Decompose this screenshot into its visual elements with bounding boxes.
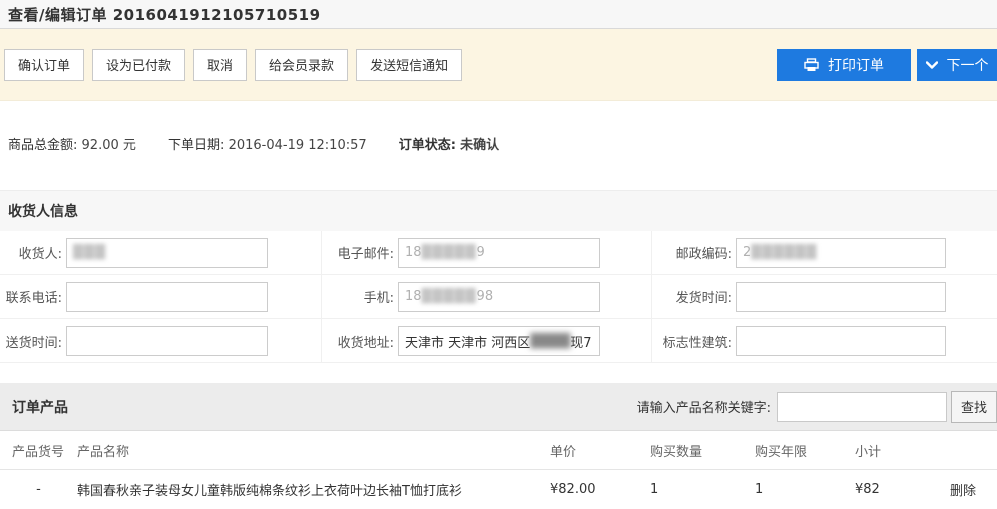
order-summary: 商品总金额: 92.00 元 下单日期: 2016-04-19 12:10:57… bbox=[0, 101, 997, 190]
page-title: 查看/编辑订单 2016041912105710519 bbox=[8, 4, 321, 25]
email-input[interactable]: 18█████9 bbox=[398, 238, 600, 268]
landmark-label: 标志性建筑: bbox=[652, 332, 732, 351]
address-suffix: 现7 bbox=[570, 332, 591, 351]
order-date: 下单日期: 2016-04-19 12:10:57 bbox=[168, 138, 367, 153]
cell-product-name: 韩国春秋亲子装母女儿童韩版纯棉条纹衫上衣荷叶边长袖T恤打底衫 bbox=[77, 480, 550, 499]
consignee-field: 收货人: ███ bbox=[0, 231, 322, 274]
recipient-section-title: 收货人信息 bbox=[8, 201, 78, 221]
cell-sku: - bbox=[0, 482, 77, 497]
total-amount-value: 92.00 元 bbox=[82, 138, 136, 153]
toolbar-right: 打印订单 下一个 bbox=[777, 49, 997, 81]
ship-time-label: 发货时间: bbox=[652, 287, 732, 306]
address-field: 收货地址: 天津市 天津市 河西区████现7 bbox=[322, 319, 652, 363]
chevron-down-icon bbox=[926, 61, 938, 69]
phone-label: 联系电话: bbox=[0, 287, 62, 306]
address-visible-value: 天津市 天津市 河西区 bbox=[405, 332, 530, 351]
cell-years: 1 bbox=[755, 482, 855, 497]
toolbar: 确认订单 设为已付款 取消 给会员录款 发送短信通知 打印订单 下一个 bbox=[0, 29, 997, 101]
mobile-input[interactable]: 18█████98 bbox=[398, 282, 600, 312]
address-label: 收货地址: bbox=[322, 332, 394, 351]
product-search-group: 请输入产品名称关键字: 查找 bbox=[637, 391, 997, 423]
delivery-time-field: 送货时间: bbox=[0, 319, 322, 363]
header-price: 单价 bbox=[550, 441, 650, 460]
address-input[interactable]: 天津市 天津市 河西区████现7 bbox=[398, 326, 600, 356]
mobile-suffix: 98 bbox=[477, 289, 494, 304]
delivery-time-input[interactable] bbox=[66, 326, 268, 356]
product-table-header: 产品货号 产品名称 单价 购买数量 购买年限 小计 bbox=[0, 431, 997, 470]
products-section-header: 订单产品 请输入产品名称关键字: 查找 bbox=[0, 383, 997, 431]
order-date-label: 下单日期: bbox=[168, 138, 224, 153]
cell-qty: 1 bbox=[650, 482, 755, 497]
form-row-1: 收货人: ███ 电子邮件: 18█████9 邮政编码: 2██████ bbox=[0, 231, 997, 275]
email-masked-value: █████ bbox=[422, 245, 477, 260]
delete-link[interactable]: 删除 bbox=[950, 484, 976, 499]
mobile-masked-value: █████ bbox=[422, 289, 477, 304]
form-row-2: 联系电话: 手机: 18█████98 发货时间: bbox=[0, 275, 997, 319]
header-years: 购买年限 bbox=[755, 441, 855, 460]
address-masked-value: ████ bbox=[530, 334, 570, 349]
cell-price: ¥82.00 bbox=[550, 482, 650, 497]
cancel-button[interactable]: 取消 bbox=[193, 49, 247, 81]
product-search-label: 请输入产品名称关键字: bbox=[637, 397, 771, 416]
confirm-order-button[interactable]: 确认订单 bbox=[4, 49, 84, 81]
email-prefix: 18 bbox=[405, 245, 422, 260]
consignee-label: 收货人: bbox=[0, 243, 62, 262]
phone-input[interactable] bbox=[66, 282, 268, 312]
section-gap bbox=[0, 363, 997, 383]
email-suffix: 9 bbox=[477, 245, 485, 260]
send-sms-button[interactable]: 发送短信通知 bbox=[356, 49, 462, 81]
record-member-payment-button[interactable]: 给会员录款 bbox=[255, 49, 348, 81]
header-subtotal: 小计 bbox=[855, 441, 950, 460]
cell-subtotal: ¥82 bbox=[855, 482, 950, 497]
zipcode-input[interactable]: 2██████ bbox=[736, 238, 946, 268]
zipcode-label: 邮政编码: bbox=[652, 243, 732, 262]
ship-time-input[interactable] bbox=[736, 282, 946, 312]
phone-field: 联系电话: bbox=[0, 275, 322, 318]
mobile-prefix: 18 bbox=[405, 289, 422, 304]
header-qty: 购买数量 bbox=[650, 441, 755, 460]
order-status-label: 订单状态: bbox=[399, 138, 456, 153]
landmark-field: 标志性建筑: bbox=[652, 319, 997, 363]
print-order-button[interactable]: 打印订单 bbox=[777, 49, 911, 81]
consignee-masked-value: ███ bbox=[73, 245, 106, 260]
mobile-label: 手机: bbox=[322, 287, 394, 306]
products-section-title: 订单产品 bbox=[12, 397, 68, 417]
order-status-value: 未确认 bbox=[460, 138, 499, 153]
email-label: 电子邮件: bbox=[322, 243, 394, 262]
recipient-section-header: 收货人信息 bbox=[0, 190, 997, 231]
search-button[interactable]: 查找 bbox=[951, 391, 997, 423]
mobile-field: 手机: 18█████98 bbox=[322, 275, 652, 318]
total-amount-label: 商品总金额: bbox=[8, 138, 77, 153]
landmark-input[interactable] bbox=[736, 326, 946, 356]
table-row: - 韩国春秋亲子装母女儿童韩版纯棉条纹衫上衣荷叶边长袖T恤打底衫 ¥82.00 … bbox=[0, 470, 997, 509]
order-status: 订单状态: 未确认 bbox=[399, 138, 499, 153]
printer-icon bbox=[804, 58, 819, 72]
email-field: 电子邮件: 18█████9 bbox=[322, 231, 652, 274]
header-sku: 产品货号 bbox=[0, 441, 77, 460]
order-date-value: 2016-04-19 12:10:57 bbox=[229, 138, 367, 153]
next-order-label: 下一个 bbox=[947, 55, 989, 75]
title-bar: 查看/编辑订单 2016041912105710519 bbox=[0, 0, 997, 29]
delivery-time-label: 送货时间: bbox=[0, 332, 62, 351]
next-order-button[interactable]: 下一个 bbox=[917, 49, 997, 81]
zipcode-masked-value: ██████ bbox=[751, 245, 817, 260]
set-paid-button[interactable]: 设为已付款 bbox=[92, 49, 185, 81]
total-amount: 商品总金额: 92.00 元 bbox=[8, 138, 136, 153]
product-search-input[interactable] bbox=[777, 392, 947, 422]
print-order-label: 打印订单 bbox=[828, 55, 884, 75]
recipient-form: 收货人: ███ 电子邮件: 18█████9 邮政编码: 2██████ 联系… bbox=[0, 231, 997, 363]
zipcode-field: 邮政编码: 2██████ bbox=[652, 231, 997, 274]
consignee-input[interactable]: ███ bbox=[66, 238, 268, 268]
header-name: 产品名称 bbox=[77, 441, 550, 460]
ship-time-field: 发货时间: bbox=[652, 275, 997, 318]
form-row-3: 送货时间: 收货地址: 天津市 天津市 河西区████现7 标志性建筑: bbox=[0, 319, 997, 363]
